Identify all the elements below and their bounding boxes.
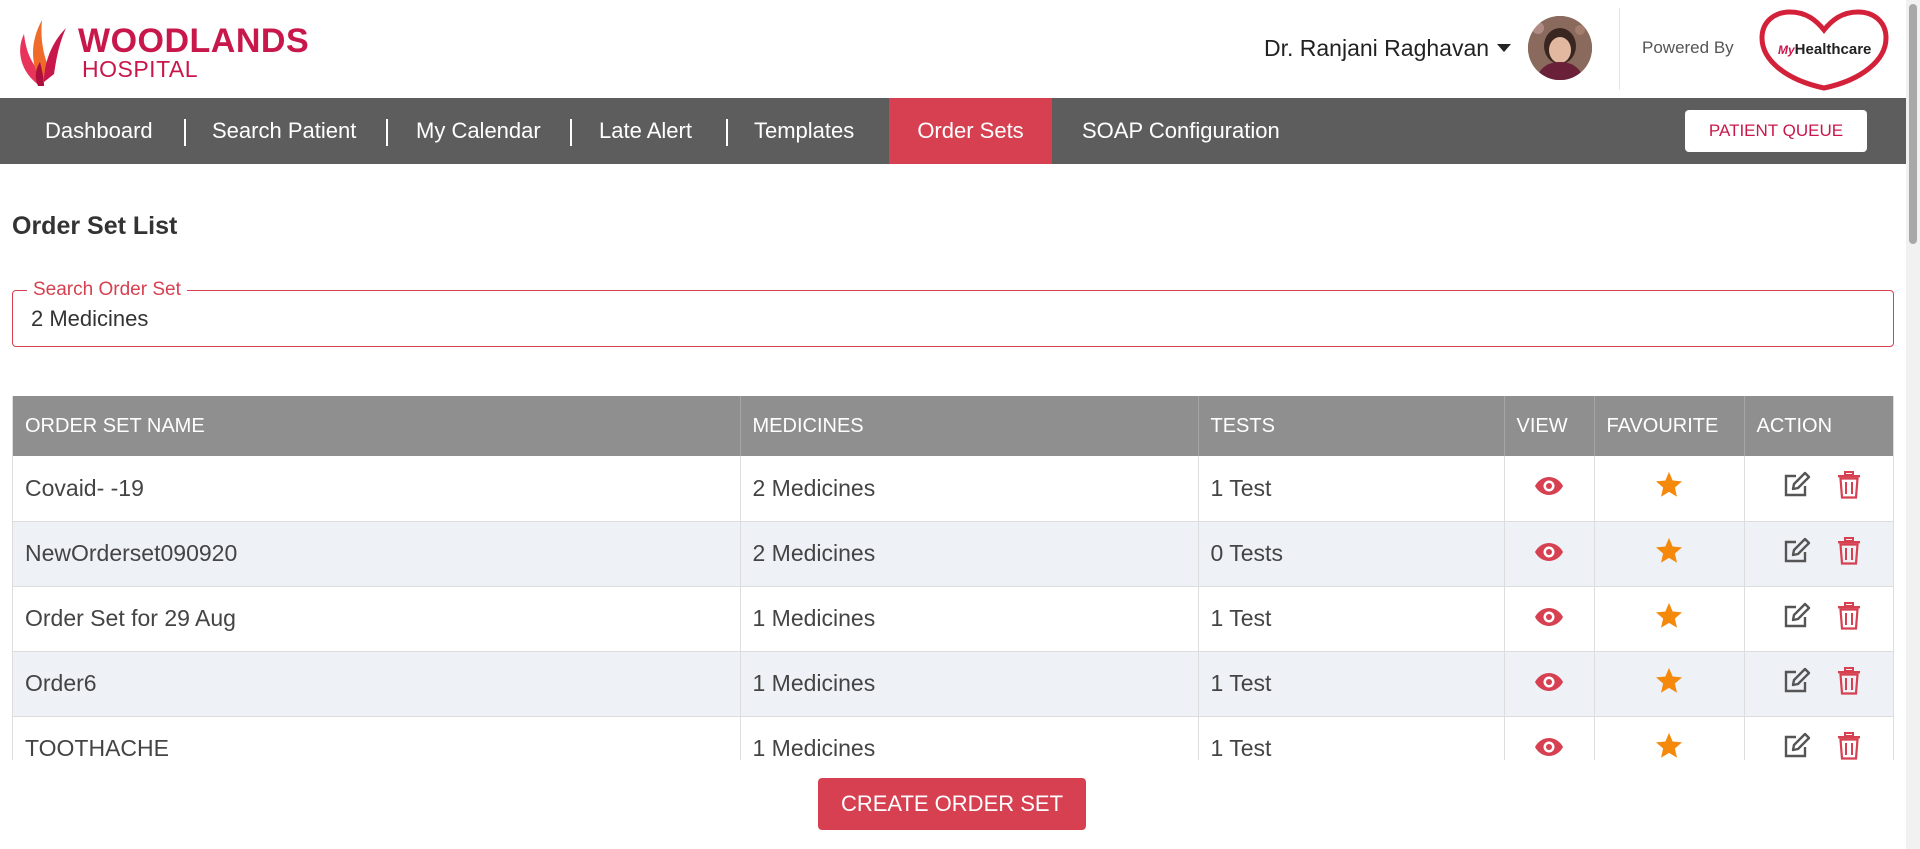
cell-order-set-name: Covaid- -19 bbox=[13, 456, 741, 522]
nav-search-patient[interactable]: Search Patient bbox=[182, 98, 386, 164]
eye-icon[interactable] bbox=[1534, 736, 1564, 760]
edit-icon[interactable] bbox=[1783, 537, 1811, 571]
table-row[interactable]: Order Set for 29 Aug 1 Medicines 1 Test bbox=[13, 586, 1893, 652]
nav-templates[interactable]: Templates bbox=[724, 98, 884, 164]
header-favourite: FAVOURITE bbox=[1594, 396, 1745, 456]
edit-icon[interactable] bbox=[1783, 732, 1811, 761]
cell-action bbox=[1744, 521, 1893, 587]
caret-down-icon bbox=[1497, 44, 1512, 52]
avatar-image bbox=[1528, 16, 1592, 80]
nav-my-calendar[interactable]: My Calendar bbox=[386, 98, 571, 164]
trash-icon[interactable] bbox=[1837, 731, 1861, 761]
create-order-set-button[interactable]: CREATE ORDER SET bbox=[818, 778, 1086, 830]
user-menu[interactable]: Dr. Ranjani Raghavan bbox=[1264, 32, 1512, 64]
edit-icon[interactable] bbox=[1783, 471, 1811, 505]
cell-view bbox=[1504, 651, 1595, 717]
trash-icon[interactable] bbox=[1837, 601, 1861, 636]
nav-soap-configuration[interactable]: SOAP Configuration bbox=[1052, 98, 1310, 164]
cell-view bbox=[1504, 521, 1595, 587]
star-icon[interactable] bbox=[1654, 731, 1684, 761]
cell-favourite bbox=[1594, 651, 1745, 717]
cell-view bbox=[1504, 716, 1595, 760]
cell-tests: 1 Test bbox=[1198, 651, 1505, 717]
patient-queue-button[interactable]: PATIENT QUEUE bbox=[1685, 110, 1867, 152]
avatar[interactable] bbox=[1528, 16, 1592, 80]
powered-by-label: Powered By bbox=[1642, 38, 1734, 57]
table-row[interactable]: NewOrderset090920 2 Medicines 0 Tests bbox=[13, 521, 1893, 587]
user-name: Dr. Ranjani Raghavan bbox=[1264, 34, 1490, 61]
nav-dashboard[interactable]: Dashboard bbox=[15, 98, 183, 164]
cell-action bbox=[1744, 586, 1893, 652]
trash-icon[interactable] bbox=[1837, 666, 1861, 701]
cell-tests: 1 Test bbox=[1198, 456, 1505, 522]
table-row[interactable]: Order6 1 Medicines 1 Test bbox=[13, 651, 1893, 717]
cell-order-set-name: NewOrderset090920 bbox=[13, 521, 741, 587]
cell-action bbox=[1744, 651, 1893, 717]
header-medicines[interactable]: MEDICINES bbox=[740, 396, 1199, 456]
trash-icon[interactable] bbox=[1837, 471, 1861, 505]
table-row[interactable]: TOOTHACHE 1 Medicines 1 Test bbox=[13, 716, 1893, 761]
header-action: ACTION bbox=[1744, 396, 1893, 456]
star-icon[interactable] bbox=[1654, 666, 1684, 702]
edit-icon[interactable] bbox=[1783, 667, 1811, 701]
cell-medicines: 1 Medicines bbox=[740, 586, 1199, 652]
nav-order-sets[interactable]: Order Sets bbox=[889, 98, 1052, 164]
table-header-row: ORDER SET NAME MEDICINES TESTS VIEW FAVO… bbox=[13, 396, 1893, 456]
cell-order-set-name: Order Set for 29 Aug bbox=[13, 586, 741, 652]
main-nav: Dashboard Search Patient My Calendar Lat… bbox=[0, 98, 1906, 164]
star-icon[interactable] bbox=[1654, 601, 1684, 637]
trash-icon[interactable] bbox=[1837, 536, 1861, 571]
page-scrollbar[interactable] bbox=[1906, 0, 1920, 849]
header-tests[interactable]: TESTS bbox=[1198, 396, 1505, 456]
nav-late-alert[interactable]: Late Alert bbox=[569, 98, 722, 164]
cell-medicines: 2 Medicines bbox=[740, 521, 1199, 587]
cell-tests: 0 Tests bbox=[1198, 521, 1505, 587]
eye-icon[interactable] bbox=[1534, 606, 1564, 633]
woodlands-logo[interactable]: WOODLANDS HOSPITAL bbox=[14, 12, 309, 88]
star-icon[interactable] bbox=[1654, 470, 1684, 506]
page-title: Order Set List bbox=[12, 212, 178, 240]
app-header: WOODLANDS HOSPITAL Dr. Ranjani Raghavan … bbox=[0, 0, 1920, 98]
search-order-set-field[interactable]: Search Order Set bbox=[12, 279, 1894, 347]
table-row[interactable]: Covaid- -19 2 Medicines 1 Test bbox=[13, 456, 1893, 522]
cell-tests: 1 Test bbox=[1198, 586, 1505, 652]
search-label: Search Order Set bbox=[27, 279, 187, 301]
eye-icon[interactable] bbox=[1534, 541, 1564, 568]
cell-action bbox=[1744, 456, 1893, 522]
brand-subtitle: HOSPITAL bbox=[82, 56, 199, 82]
cell-view bbox=[1504, 586, 1595, 652]
star-icon[interactable] bbox=[1654, 536, 1684, 572]
order-set-table: ORDER SET NAME MEDICINES TESTS VIEW FAVO… bbox=[12, 396, 1894, 760]
cell-medicines: 1 Medicines bbox=[740, 716, 1199, 760]
cell-view bbox=[1504, 456, 1595, 522]
header-order-set-name[interactable]: ORDER SET NAME bbox=[13, 396, 741, 456]
cell-order-set-name: TOOTHACHE bbox=[13, 716, 741, 760]
cell-favourite bbox=[1594, 716, 1745, 761]
eye-icon[interactable] bbox=[1534, 671, 1564, 698]
myhealthcare-text: MyHealthcare bbox=[1778, 41, 1872, 58]
search-input[interactable] bbox=[31, 303, 1871, 335]
cell-medicines: 2 Medicines bbox=[740, 456, 1199, 522]
edit-icon[interactable] bbox=[1783, 602, 1811, 636]
eye-icon[interactable] bbox=[1534, 475, 1564, 502]
myhealthcare-logo[interactable]: MyHealthcare bbox=[1756, 8, 1892, 92]
cell-action bbox=[1744, 716, 1893, 761]
scrollbar-thumb[interactable] bbox=[1909, 4, 1917, 244]
cell-order-set-name: Order6 bbox=[13, 651, 741, 717]
cell-medicines: 1 Medicines bbox=[740, 651, 1199, 717]
cell-favourite bbox=[1594, 456, 1745, 522]
cell-favourite bbox=[1594, 586, 1745, 652]
header-divider bbox=[1619, 8, 1620, 90]
logo-mark-icon bbox=[20, 20, 66, 86]
header-view: VIEW bbox=[1504, 396, 1595, 456]
cell-tests: 1 Test bbox=[1198, 716, 1505, 760]
cell-favourite bbox=[1594, 521, 1745, 587]
